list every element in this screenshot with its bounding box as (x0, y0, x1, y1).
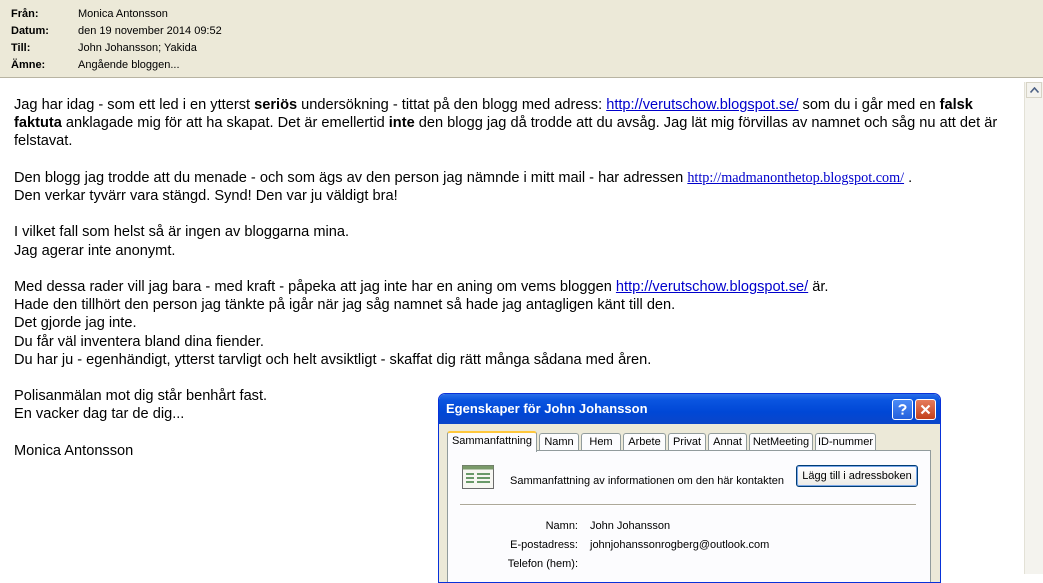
tab-annat[interactable]: Annat (708, 433, 747, 451)
text: är. (808, 278, 829, 295)
bold-text: inte (388, 115, 415, 132)
tab-namn[interactable]: Namn (539, 433, 579, 451)
vertical-scrollbar[interactable] (1024, 82, 1043, 574)
text: Du har ju - egenhändigt, ytterst tarvlig… (14, 351, 652, 368)
text: I vilket fall som helst så är ingen av b… (14, 224, 350, 241)
contact-properties-dialog: Egenskaper för John Johansson Sammanfatt… (438, 393, 941, 583)
add-to-addressbook-button[interactable]: Lägg till i adressboken (796, 465, 918, 487)
signature-text: Monica Antonsson (14, 442, 134, 459)
text: undersökning - tittat på den blogg med a… (297, 97, 607, 113)
email-label: E-postadress: (510, 539, 578, 551)
bold-text: seriös (254, 97, 298, 113)
tab-id-nummer[interactable]: ID-nummer (815, 433, 876, 451)
text: anklagade mig för att ha skapat. Det är … (61, 115, 389, 132)
blog-link-verutschow[interactable]: http://verutschow.blogspot.se/ (606, 97, 798, 113)
text: En vacker dag tar de dig... (14, 406, 185, 423)
text: Det gjorde jag inte. (14, 315, 137, 332)
name-value: John Johansson (590, 520, 671, 532)
text: Med dessa rader vill jag bara - med kraf… (14, 278, 616, 295)
paragraph-2: Den blogg jag trodde att du menade - och… (14, 169, 1014, 205)
summary-panel: Sammanfattning av informationen om den h… (447, 450, 931, 582)
name-label: Namn: (545, 520, 578, 532)
divider (460, 504, 916, 506)
blog-link-madmanonthetop[interactable]: http://madmanonthetop.blogspot.com/ (687, 170, 904, 186)
contact-card-icon (462, 465, 494, 489)
text: Du får väl inventera bland dina fiender. (14, 333, 264, 350)
blog-link-verutschow-2[interactable]: http://verutschow.blogspot.se/ (616, 279, 808, 295)
text: Hade den tillhört den person jag tänkte … (14, 297, 676, 314)
help-button[interactable] (892, 399, 913, 420)
tab-hem[interactable]: Hem (581, 433, 621, 451)
email-header: Från: Monica Antonsson Datum: den 19 nov… (0, 0, 1043, 78)
tab-arbete[interactable]: Arbete (623, 433, 666, 451)
text: Den verkar tyvärr vara stängd. Synd! Den… (14, 188, 398, 204)
subject-value: Angående bloggen... (78, 59, 180, 71)
paragraph-3: I vilket fall som helst så är ingen av b… (14, 223, 1014, 259)
tab-privat[interactable]: Privat (668, 433, 706, 451)
text: Jag agerar inte anonymt. (14, 242, 176, 259)
from-label: Från: (11, 8, 39, 20)
help-icon (898, 404, 907, 415)
text: Den blogg jag trodde att du menade - och… (14, 169, 688, 186)
text: . (904, 169, 913, 186)
summary-description: Sammanfattning av informationen om den h… (510, 475, 784, 487)
paragraph-1: Jag har idag - som ett led i en ytterst … (14, 96, 1014, 151)
scroll-up-button[interactable] (1026, 82, 1042, 98)
text: Jag har idag - som ett led i en ytterst (14, 97, 255, 113)
email-value[interactable]: johnjohanssonrogberg@outlook.com (590, 539, 769, 551)
date-label: Datum: (11, 25, 49, 37)
tab-netmeeting[interactable]: NetMeeting (749, 433, 813, 451)
close-button[interactable] (915, 399, 936, 420)
text: Polisanmälan mot dig står benhårt fast. (14, 388, 268, 405)
to-label: Till: (11, 42, 31, 54)
tab-sammanfattning[interactable]: Sammanfattning (447, 431, 537, 452)
phone-home-label: Telefon (hem): (507, 558, 578, 570)
close-icon (920, 404, 931, 415)
to-value: John Johansson; Yakida (78, 42, 197, 54)
text: som du i går med en (798, 97, 940, 113)
from-value: Monica Antonsson (78, 8, 168, 20)
dialog-title: Egenskaper för John Johansson (446, 401, 648, 416)
paragraph-4: Med dessa rader vill jag bara - med kraf… (14, 278, 1014, 369)
dialog-titlebar[interactable]: Egenskaper för John Johansson (439, 394, 940, 424)
subject-label: Ämne: (11, 59, 46, 71)
chevron-up-icon (1030, 87, 1039, 93)
date-value: den 19 november 2014 09:52 (78, 25, 222, 37)
